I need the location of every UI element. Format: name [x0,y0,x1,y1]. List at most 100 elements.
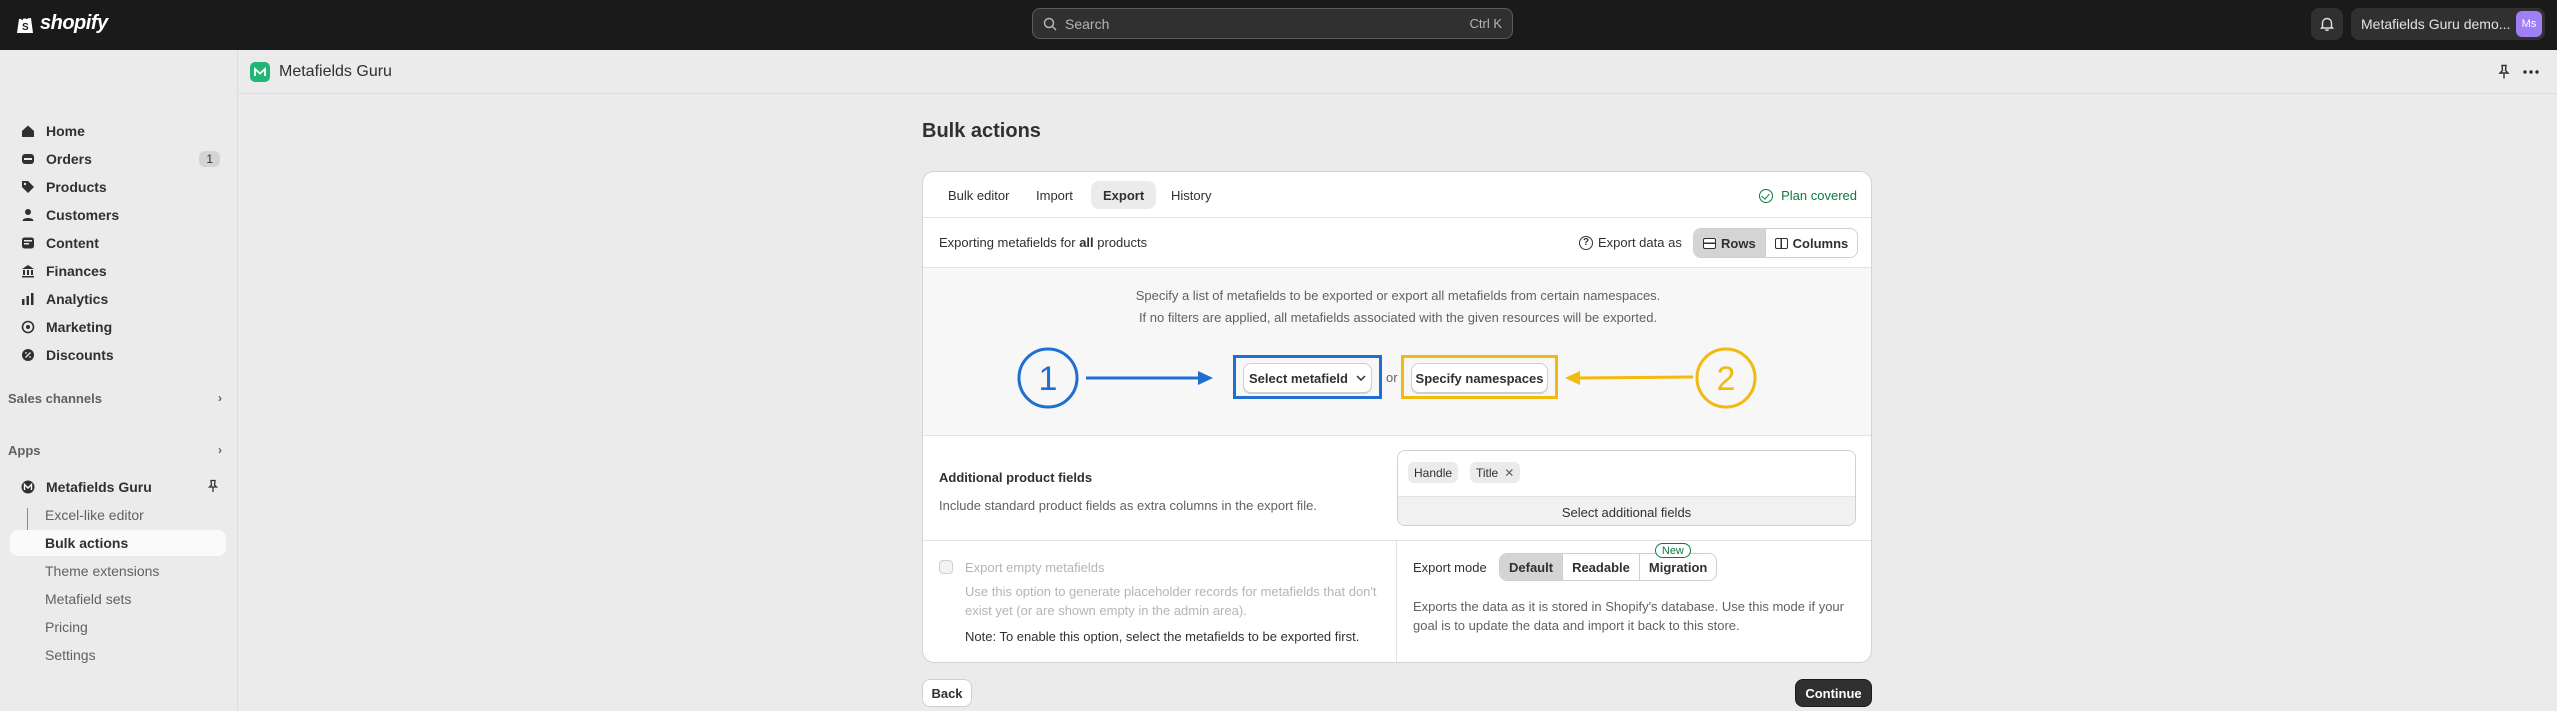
export-empty-description: Use this option to generate placeholder … [965,584,1377,618]
sidebar-item-label: Content [46,235,99,251]
filter-hint-1: Specify a list of metafields to be expor… [1135,288,1661,303]
sidebar-item-pricing[interactable]: Pricing [10,614,226,640]
annotation-2-label: 2 [1717,360,1736,398]
sidebar-item-label: Home [46,123,85,139]
select-metafield-button[interactable]: Select metafield [1243,363,1372,393]
sidebar-item-metafields-guru[interactable]: Metafields Guru [10,474,226,500]
tag-label: Title [1476,465,1499,480]
tag-title: Title ✕ [1470,462,1521,483]
tab-history[interactable]: History [1159,181,1223,209]
metafields-guru-logo-icon [250,62,270,82]
mode-migration[interactable]: New Migration [1638,543,1717,580]
sidebar-item-settings[interactable]: Settings [10,642,226,668]
export-card: Bulk editor Import Export History Plan c… [922,171,1872,663]
tag-icon [20,179,36,195]
additional-fields-title: Additional product fields [939,470,1093,485]
tab-bulk-editor[interactable]: Bulk editor [936,181,1021,209]
app-title: Metafields Guru [250,62,392,82]
app-title-text: Metafields Guru [279,63,392,80]
sidebar-item-excel-editor[interactable]: Excel-like editor [10,502,226,528]
pin-icon[interactable] [206,479,220,493]
back-button[interactable]: Back [922,679,972,707]
sidebar-item-label: Finances [46,263,107,279]
app-header: Metafields Guru [238,50,2557,94]
discount-icon [20,347,36,363]
mode-migration-label: Migration [1648,559,1708,575]
sidebar-item-label: Analytics [46,291,109,307]
svg-text:S: S [22,22,29,33]
store-name: Metafields Guru demo... [2361,16,2511,32]
columns-option[interactable]: Columns [1764,229,1858,257]
exporting-summary: Exporting metafields for all products [939,235,1147,250]
rows-option[interactable]: Rows [1694,229,1765,257]
annotation-2-arrow: 2 [1565,347,1757,409]
target-icon [20,319,36,335]
sidebar-item-products[interactable]: Products [10,174,226,200]
summary-prefix: Exporting metafields for [939,235,1080,250]
section-label: Apps [8,442,41,458]
mode-readable[interactable]: Readable [1562,554,1639,580]
export-empty-note: Note: To enable this option, select the … [965,629,1360,644]
export-mode-toggle: Default Readable New Migration [1499,543,1718,581]
mode-default[interactable]: Default [1500,554,1563,580]
app-logo-icon [20,479,36,495]
plan-status: Plan covered [1759,188,1857,203]
search-shortcut: Ctrl K [1469,16,1503,31]
select-metafield-label: Select metafield [1249,370,1348,386]
content-icon [20,235,36,251]
sidebar-item-orders[interactable]: Orders 1 [10,146,226,172]
plan-status-text: Plan covered [1781,188,1857,203]
help-icon[interactable]: ? [1579,235,1593,250]
chart-icon [20,291,36,307]
sales-channels-header[interactable]: Sales channels › [8,387,226,409]
search-icon [1043,17,1057,31]
additional-fields-box: Handle Title ✕ Select additional fields [1397,450,1856,526]
export-empty-checkbox[interactable] [939,560,953,574]
sidebar-item-marketing[interactable]: Marketing [10,314,226,340]
sidebar-item-label: Products [46,179,107,195]
page-title: Bulk actions [922,120,1041,142]
sidebar-item-metafield-sets[interactable]: Metafield sets [10,586,226,612]
export-mode-label: Export mode [1413,560,1487,575]
store-menu-button[interactable]: Metafields Guru demo... Ms [2351,8,2545,40]
sidebar-item-content[interactable]: Content [10,230,226,256]
export-subbar: Exporting metafields for all products ? E… [923,218,1871,268]
sidebar-item-label: Orders [46,151,92,167]
apps-header[interactable]: Apps › [8,439,226,461]
export-empty-label: Export empty metafields [965,560,1105,575]
sidebar-item-bulk-actions[interactable]: Bulk actions [10,530,226,556]
specify-namespaces-button[interactable]: Specify namespaces [1411,363,1548,393]
rows-icon [1703,237,1716,249]
continue-button[interactable]: Continue [1795,679,1872,707]
sidebar-item-home[interactable]: Home [10,118,226,144]
chevron-down-icon [1356,375,1366,381]
tabs: Bulk editor Import Export History Plan c… [923,172,1871,218]
sidebar-item-discounts[interactable]: Discounts [10,342,226,368]
additional-fields-description: Include standard product fields as extra… [939,498,1317,513]
sidebar-item-theme-extensions[interactable]: Theme extensions [10,558,226,584]
more-actions-icon[interactable] [2521,62,2541,82]
sidebar-item-label: Metafields Guru [46,479,152,495]
new-badge: New [1654,543,1691,558]
tab-export[interactable]: Export [1091,181,1157,209]
additional-fields-section: Additional product fields Include standa… [923,436,1871,541]
sidebar-item-label: Discounts [46,347,114,363]
sidebar-item-customers[interactable]: Customers [10,202,226,228]
empty-metafields-section: Export empty metafields Use this option … [923,541,1397,662]
sidebar: Home Orders 1 Products Customers Content … [0,50,238,711]
pin-icon[interactable] [2494,62,2514,82]
sidebar-item-analytics[interactable]: Analytics [10,286,226,312]
export-as-label: ? Export data as [1579,235,1682,250]
select-additional-fields-button[interactable]: Select additional fields [1398,496,1855,525]
sidebar-item-finances[interactable]: Finances [10,258,226,284]
shopify-logo[interactable]: S shopify [16,12,108,35]
notifications-button[interactable] [2311,8,2343,40]
export-mode-section: Export mode Default Readable New Migratio… [1397,541,1871,662]
tag-label: Handle [1414,465,1453,480]
orders-count-badge: 1 [199,151,220,167]
remove-tag-icon[interactable]: ✕ [1504,466,1514,480]
tag-handle: Handle [1408,462,1459,483]
search-input[interactable]: Search Ctrl K [1032,8,1513,39]
tab-import[interactable]: Import [1024,181,1085,209]
avatar: Ms [2516,11,2542,37]
